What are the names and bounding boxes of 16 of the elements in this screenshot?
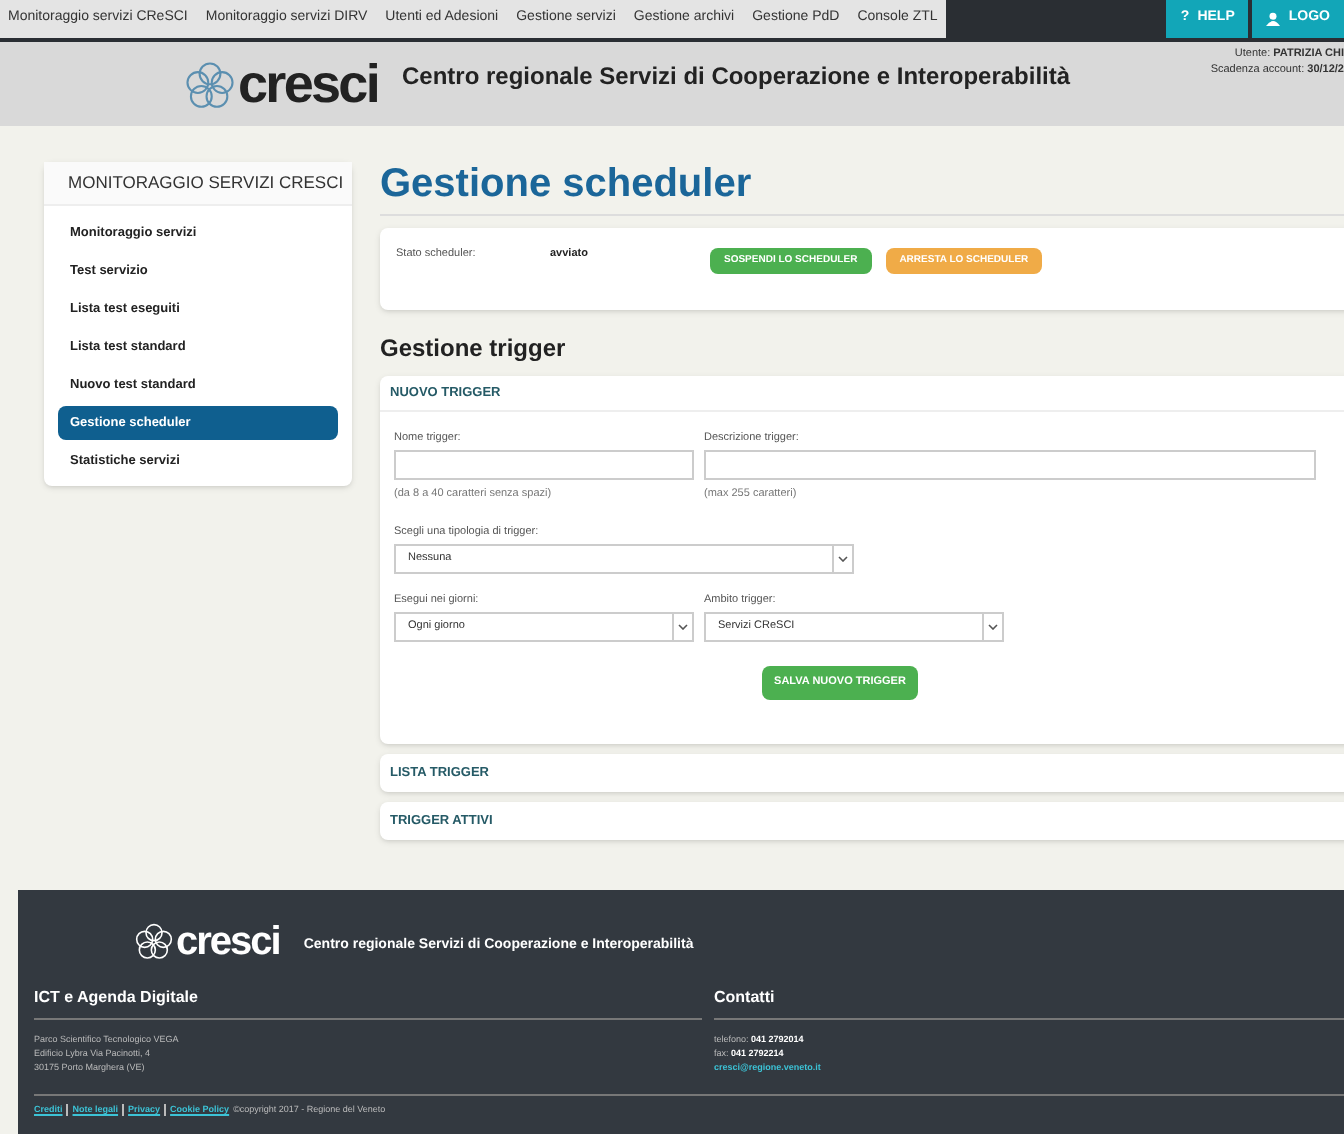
footer-logo-text: cresci	[176, 922, 280, 962]
section-title: Gestione trigger	[380, 332, 568, 366]
chevron-icon	[988, 624, 998, 630]
sidebar-title: MONITORAGGIO SERVIZI CRESCI	[68, 170, 344, 196]
footer-logo-flower-icon	[134, 922, 174, 962]
chevron-icon	[678, 624, 688, 630]
logo-text: cresci	[238, 57, 378, 111]
input-field[interactable]	[704, 450, 1316, 481]
input-field[interactable]	[394, 450, 694, 481]
user-icon	[1266, 12, 1281, 26]
logo-flower-icon	[184, 59, 236, 111]
footer-heading: ICT e Agenda Digitale	[34, 986, 702, 1020]
footer-heading: Contatti	[714, 986, 1344, 1020]
page-title: Gestione scheduler	[380, 162, 1344, 216]
site-title: Centro regionale Servizi di Cooperazione e Interoperabilità	[401, 60, 1071, 94]
chevron-icon	[838, 555, 848, 562]
